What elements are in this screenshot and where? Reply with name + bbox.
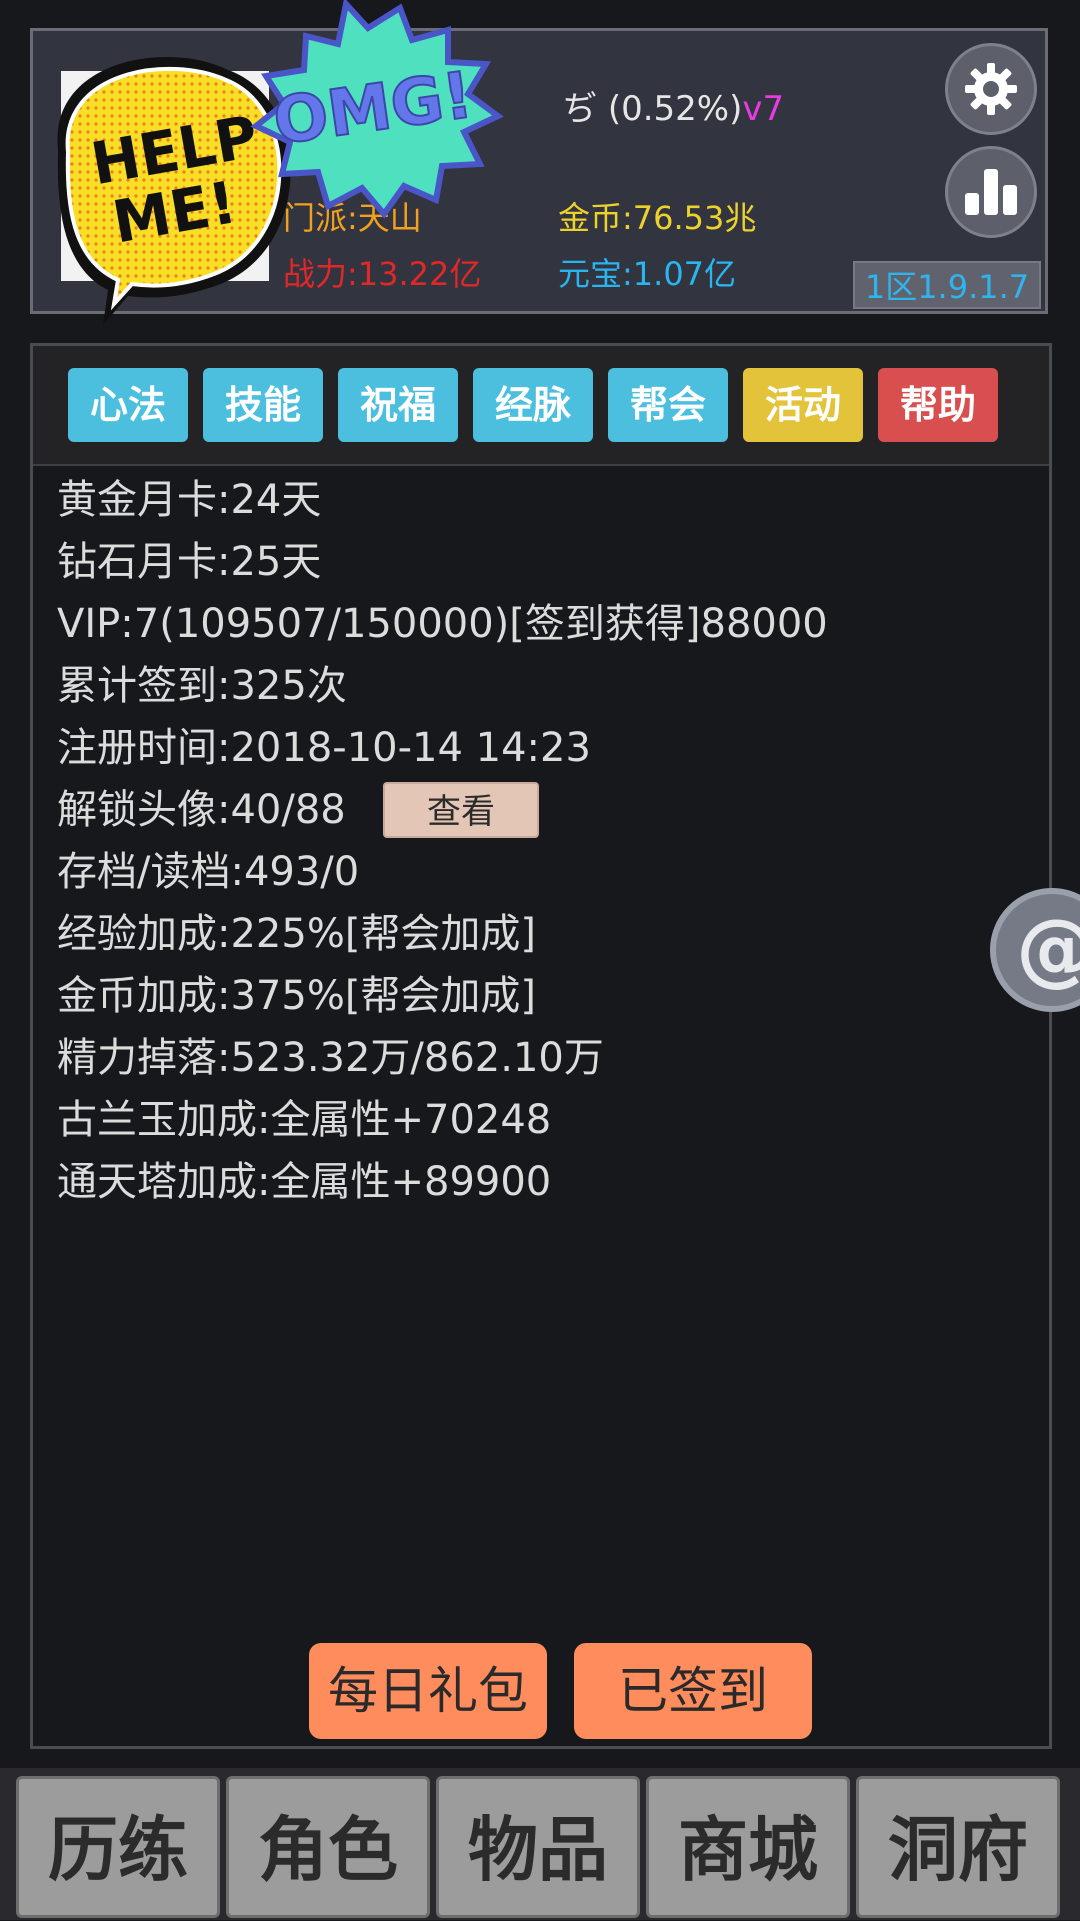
tower-bonus: 通天塔加成:全属性+89900 [57,1159,552,1205]
gold-bonus: 金币加成:375%[帮会加成] [57,973,537,1019]
nav-shop[interactable]: 商城 [646,1776,850,1918]
ranking-button[interactable] [945,146,1037,238]
tab-meridians[interactable]: 经脉 [473,368,593,442]
bar-chart-icon [965,169,1017,215]
view-avatars-button[interactable]: 查看 [383,782,539,838]
nav-cave[interactable]: 洞府 [856,1776,1060,1918]
daily-gift-button[interactable]: 每日礼包 [309,1643,547,1739]
nav-items[interactable]: 物品 [436,1776,640,1918]
tab-xinfa[interactable]: 心法 [68,368,188,442]
at-icon: @ [1016,902,1080,995]
sticker-overlay: HELP ME! OMG! [57,0,504,326]
tab-bar: 心法 技能 祝福 经脉 帮会 活动 帮助 [33,346,1049,466]
tab-events[interactable]: 活动 [743,368,863,442]
gear-icon [965,63,1017,115]
nav-training[interactable]: 历练 [16,1776,220,1918]
diamond-monthly-card: 钻石月卡:25天 [57,539,322,585]
settings-button[interactable] [945,43,1037,135]
signed-in-button[interactable]: 已签到 [574,1643,812,1739]
vip-level: v7 [742,89,785,129]
total-sign-in: 累计签到:325次 [57,663,347,709]
bottom-nav: 历练 角色 物品 商城 洞府 [0,1768,1080,1920]
save-load-count: 存档/读档:493/0 [57,849,360,895]
exp-bonus: 经验加成:225%[帮会加成] [57,911,537,957]
tab-guild[interactable]: 帮会 [608,368,728,442]
gulan-jade-bonus: 古兰玉加成:全属性+70248 [57,1097,552,1143]
tab-skills[interactable]: 技能 [203,368,323,442]
exp-progress: (0.52%) [607,89,743,129]
register-time: 注册时间:2018-10-14 14:23 [57,725,591,771]
vip-progress: VIP:7(109507/150000)[签到获得]88000 [57,601,828,647]
energy-drop: 精力掉落:523.32万/862.10万 [57,1035,604,1081]
gold-monthly-card: 黄金月卡:24天 [57,477,322,523]
unlocked-avatars: 解锁头像:40/88 [57,787,346,833]
omg-burst: OMG! [250,0,504,219]
player-name-line: ぢ (0.52%)v7 [563,81,784,130]
tab-blessing[interactable]: 祝福 [338,368,458,442]
tab-help[interactable]: 帮助 [878,368,998,442]
nav-character[interactable]: 角色 [226,1776,430,1918]
help-me-bubble: HELP ME! [57,56,291,326]
character-info-panel: 心法 技能 祝福 经脉 帮会 活动 帮助 黄金月卡:24天 钻石月卡:25天 V… [30,343,1052,1749]
server-badge: 1区1.9.1.7 [853,261,1041,309]
